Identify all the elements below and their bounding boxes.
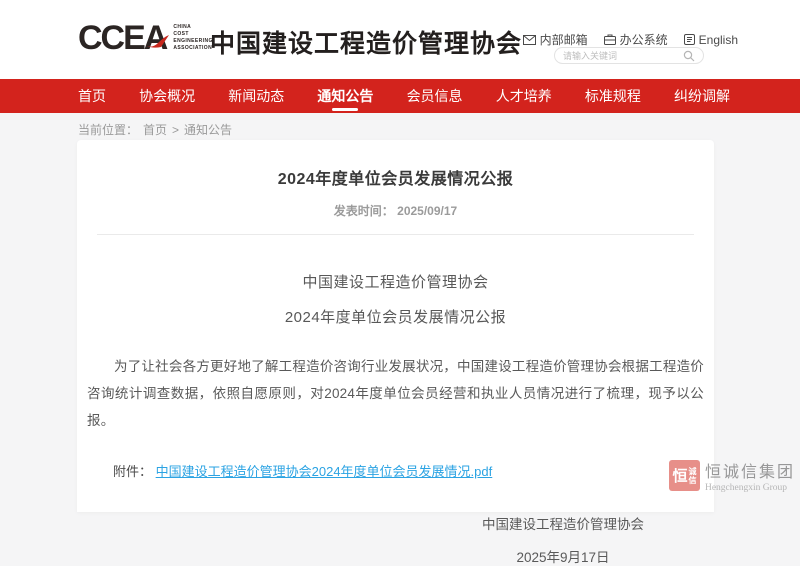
- breadcrumb-home-link[interactable]: 首页: [143, 121, 167, 138]
- search-icon: [683, 50, 695, 62]
- watermark-name-cn: 恒诚信集团: [705, 458, 795, 482]
- publish-label: 发表时间：: [334, 204, 394, 218]
- breadcrumb: 当前位置： 首页 > 通知公告: [78, 121, 232, 138]
- english-icon: [684, 34, 695, 45]
- internal-mail-link[interactable]: 内部邮箱: [523, 31, 588, 48]
- office-system-link[interactable]: 办公系统: [604, 31, 668, 48]
- hengchengxin-seal-icon: 恒 诚 信: [669, 460, 700, 491]
- attachment-pdf-link[interactable]: 中国建设工程造价管理协会2024年度单位会员发展情况.pdf: [156, 464, 493, 479]
- breadcrumb-label: 当前位置：: [78, 121, 138, 138]
- hengchengxin-watermark: 恒 诚 信 恒诚信集团 Hengchengxin Group: [669, 458, 795, 493]
- search-box: [554, 47, 704, 64]
- document-org-title: 中国建设工程造价管理协会: [77, 271, 714, 292]
- watermark-text: 恒诚信集团 Hengchengxin Group: [705, 458, 795, 493]
- nav-item-home[interactable]: 首页: [78, 79, 106, 113]
- publish-date: 2025/09/17: [397, 204, 457, 218]
- signature-org: 中国建设工程造价管理协会: [482, 513, 644, 533]
- english-label: English: [699, 33, 738, 47]
- article-paragraph: 为了让社会各方更好地了解工程造价咨询行业发展状况，中国建设工程造价管理协会根据工…: [87, 353, 704, 434]
- nav-item-members[interactable]: 会员信息: [407, 79, 463, 113]
- publish-line: 发表时间： 2025/09/17: [77, 202, 714, 219]
- nav-item-about[interactable]: 协会概况: [139, 79, 195, 113]
- office-system-label: 办公系统: [620, 31, 668, 48]
- article-card: 2024年度单位会员发展情况公报 发表时间： 2025/09/17 中国建设工程…: [77, 140, 714, 512]
- mail-icon: [523, 35, 536, 45]
- nav-item-training[interactable]: 人才培养: [496, 79, 552, 113]
- nav-item-dispute[interactable]: 纠纷调解: [674, 79, 730, 113]
- article-title: 2024年度单位会员发展情况公报: [77, 165, 714, 189]
- title-divider: [97, 234, 694, 235]
- search-button[interactable]: [683, 50, 695, 62]
- nav-item-standards[interactable]: 标准规程: [585, 79, 641, 113]
- nav-item-notices[interactable]: 通知公告: [317, 79, 373, 113]
- nav-item-news[interactable]: 新闻动态: [228, 79, 284, 113]
- ccea-logo-acronym: CCEA: [78, 20, 166, 56]
- english-link[interactable]: English: [684, 33, 738, 47]
- attachment-label: 附件：: [113, 464, 152, 479]
- ccea-logo-subtext: CHINA COST ENGINEERING ASSOCIATION: [173, 24, 212, 52]
- signature-date: 2025年9月17日: [482, 546, 644, 566]
- signature-block: 中国建设工程造价管理协会 2025年9月17日: [482, 513, 644, 566]
- breadcrumb-separator: >: [172, 123, 179, 137]
- internal-mail-label: 内部邮箱: [540, 31, 588, 48]
- main-nav: 首页 协会概况 新闻动态 通知公告 会员信息 人才培养 标准规程 纠纷调解: [0, 79, 800, 113]
- site-title: 中国建设工程造价管理协会: [210, 24, 522, 60]
- breadcrumb-current: 通知公告: [184, 121, 232, 138]
- ccea-logo[interactable]: CCEA CHINA COST ENGINEERING ASSOCIATION: [78, 20, 213, 56]
- attachment-line: 附件： 中国建设工程造价管理协会2024年度单位会员发展情况.pdf: [87, 461, 704, 480]
- search-input[interactable]: [563, 51, 683, 61]
- site-header: CCEA CHINA COST ENGINEERING ASSOCIATION …: [0, 0, 800, 79]
- logo-red-swoosh-icon: [144, 34, 170, 50]
- header-quick-links: 内部邮箱 办公系统 English: [523, 31, 738, 48]
- document-subject-title: 2024年度单位会员发展情况公报: [77, 306, 714, 327]
- office-icon: [604, 34, 616, 45]
- watermark-name-en: Hengchengxin Group: [705, 483, 795, 493]
